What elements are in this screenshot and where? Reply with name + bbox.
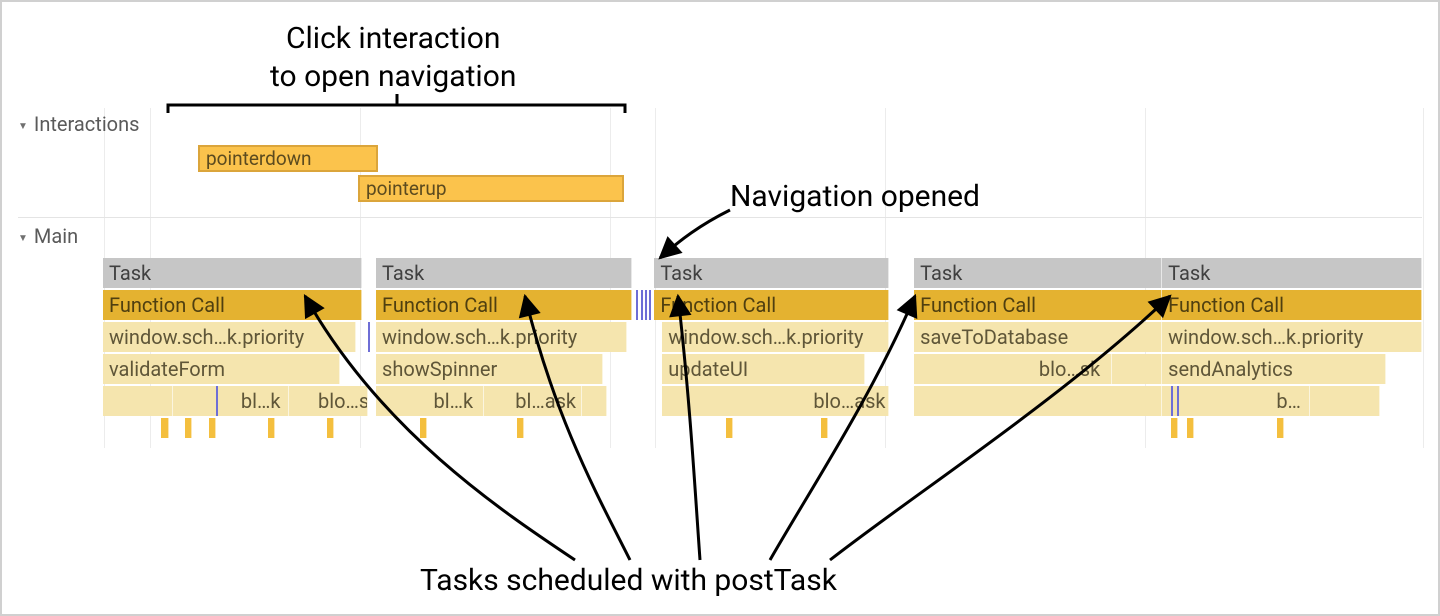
track-divider	[18, 217, 1422, 218]
main-row-4: validateForm showSpinner updateUI blo…sk…	[103, 354, 1422, 384]
interaction-pointerdown: pointerdown	[198, 145, 378, 172]
main-row-3: window.sch…k.priority window.sch…k.prior…	[103, 322, 1422, 352]
main-row-sparks	[103, 418, 1422, 438]
flame-entry: blo…ask	[807, 386, 889, 416]
flame-function-call: Function Call	[654, 290, 889, 320]
annotation-top: Click interaction to open navigation	[270, 20, 516, 95]
flame-entry: window.sch…k.priority	[103, 322, 356, 352]
flame-entry: blo…sk	[1033, 354, 1112, 384]
flame-entry	[914, 386, 1162, 416]
flame-entry: bl…k	[427, 386, 484, 416]
flame-task: Task	[376, 258, 632, 288]
flame-entry	[147, 386, 173, 416]
flame-entry: b…	[1270, 386, 1310, 416]
flame-entry: bl…k	[235, 386, 289, 416]
annotation-right: Navigation opened	[730, 178, 980, 216]
flame-entry: bl…ask	[509, 386, 582, 416]
flame-entry: blo…sk	[318, 386, 368, 416]
flame-task: Task	[1162, 258, 1422, 288]
flame-task: Task	[103, 258, 362, 288]
track-label-main: Main	[18, 224, 78, 248]
flame-function-call: Function Call	[376, 290, 632, 320]
flame-entry: sendAnalytics	[1162, 354, 1386, 384]
flame-function-call: Function Call	[914, 290, 1162, 320]
main-row-task: Task Task Task Task Task	[103, 258, 1422, 288]
main-row-5: bl…k blo…sk bl…k bl…ask blo…ask b…	[103, 386, 1422, 416]
flame-entry: window.sch…k.priority	[1162, 322, 1422, 352]
main-row-function: Function Call Function Call Function Cal…	[103, 290, 1422, 320]
interaction-pointerup: pointerup	[358, 175, 624, 202]
flame-entry: validateForm	[103, 354, 340, 384]
annotation-bottom: Tasks scheduled with postTask	[420, 562, 837, 600]
flame-function-call: Function Call	[1162, 290, 1422, 320]
gridline	[1423, 108, 1424, 448]
flame-entry: window.sch…k.priority	[376, 322, 627, 352]
flame-task: Task	[654, 258, 889, 288]
flame-entry: showSpinner	[376, 354, 603, 384]
flame-function-call: Function Call	[103, 290, 362, 320]
track-label-interactions: Interactions	[18, 112, 139, 136]
flame-entry	[103, 386, 354, 416]
flame-entry: updateUI	[662, 354, 865, 384]
flame-entry: saveToDatabase	[914, 322, 1162, 352]
flame-entry: window.sch…k.priority	[662, 322, 889, 352]
flame-task: Task	[914, 258, 1162, 288]
